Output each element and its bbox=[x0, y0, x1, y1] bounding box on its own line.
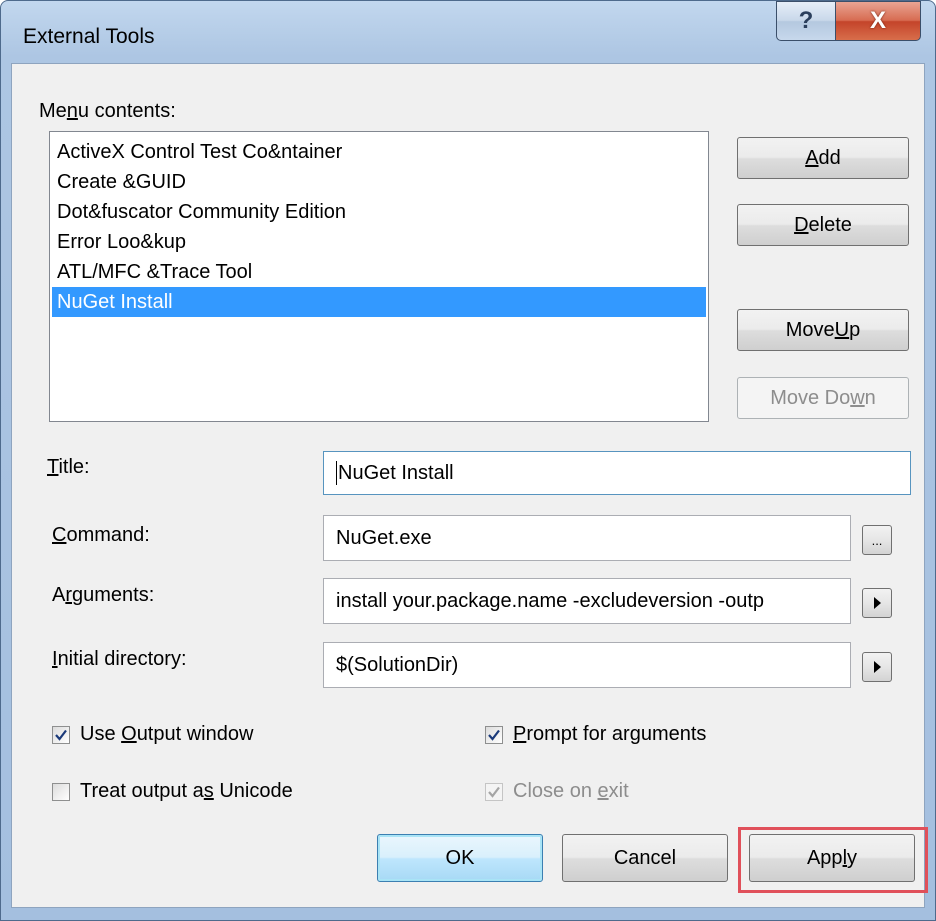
external-tools-dialog: External Tools ? X Menu contents: Active… bbox=[0, 0, 936, 921]
title-label: Title: bbox=[47, 456, 90, 478]
close-button[interactable]: X bbox=[835, 1, 921, 41]
treat-output-unicode-checkbox[interactable]: Treat output as Unicode bbox=[52, 780, 293, 803]
checkbox-unchecked-icon bbox=[52, 782, 70, 801]
initial-directory-macro-button[interactable] bbox=[862, 652, 892, 682]
checkbox-checked-icon bbox=[485, 782, 503, 801]
list-item[interactable]: ATL/MFC &Trace Tool bbox=[52, 257, 706, 287]
move-down-button[interactable]: Move Do w n bbox=[737, 377, 909, 419]
menu-contents-label: Menu contents: bbox=[39, 100, 176, 122]
list-item[interactable]: ActiveX Control Test Co&ntainer bbox=[52, 137, 706, 167]
delete-button[interactable]: Delete bbox=[737, 204, 909, 246]
move-up-button[interactable]: Move Up bbox=[737, 309, 909, 351]
list-item[interactable]: Error Loo&kup bbox=[52, 227, 706, 257]
use-output-window-checkbox[interactable]: Use Output window bbox=[52, 723, 253, 746]
arguments-macro-button[interactable] bbox=[862, 588, 892, 618]
cancel-button[interactable]: Cancel bbox=[562, 834, 728, 882]
initial-directory-field[interactable]: $(SolutionDir) bbox=[323, 642, 851, 688]
list-item-selected[interactable]: NuGet Install bbox=[52, 287, 706, 317]
ok-button[interactable]: OK bbox=[377, 834, 543, 882]
arguments-field[interactable]: install your.package.name -excludeversio… bbox=[323, 578, 851, 624]
dialog-body: Menu contents: ActiveX Control Test Co&n… bbox=[11, 63, 925, 908]
checkbox-checked-icon bbox=[52, 725, 70, 744]
text-caret bbox=[336, 461, 337, 485]
command-field[interactable]: NuGet.exe bbox=[323, 515, 851, 561]
close-on-exit-checkbox[interactable]: Close on exit bbox=[485, 780, 629, 803]
browse-command-button[interactable]: ... bbox=[862, 525, 892, 555]
help-button[interactable]: ? bbox=[776, 1, 836, 41]
add-button[interactable]: Add bbox=[737, 137, 909, 179]
command-label: Command: bbox=[52, 524, 150, 546]
window-title: External Tools bbox=[23, 25, 155, 48]
help-icon: ? bbox=[798, 7, 814, 34]
initial-directory-label: Initial directory: bbox=[52, 648, 187, 670]
checkbox-checked-icon bbox=[485, 725, 503, 744]
menu-contents-list[interactable]: ActiveX Control Test Co&ntainer Create &… bbox=[49, 131, 709, 422]
arrow-right-icon bbox=[873, 597, 881, 609]
list-item[interactable]: Create &GUID bbox=[52, 167, 706, 197]
arguments-label: Arguments: bbox=[52, 584, 155, 606]
arrow-right-icon bbox=[873, 661, 881, 673]
apply-highlight-box bbox=[738, 827, 928, 893]
close-icon: X bbox=[869, 7, 886, 34]
title-field[interactable]: NuGet Install bbox=[323, 451, 911, 495]
prompt-for-arguments-checkbox[interactable]: Prompt for arguments bbox=[485, 723, 706, 746]
list-item[interactable]: Dot&fuscator Community Edition bbox=[52, 197, 706, 227]
ellipsis-icon: ... bbox=[871, 532, 883, 548]
